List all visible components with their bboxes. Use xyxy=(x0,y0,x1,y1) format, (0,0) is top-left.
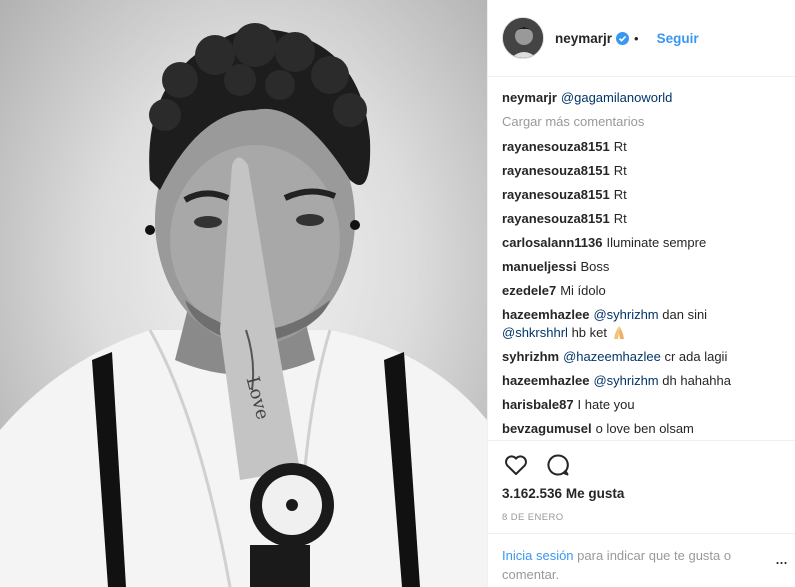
comment-text: Rt xyxy=(613,139,627,154)
comment-username[interactable]: syhrizhm xyxy=(502,349,559,364)
list-item: rayanesouza8151 Rt xyxy=(502,138,787,156)
follow-button[interactable]: Seguir xyxy=(657,31,699,46)
list-item: manueljessi Boss xyxy=(502,258,787,276)
list-item: ezedele7 Mi ídolo xyxy=(502,282,787,300)
comment-username[interactable]: harisbale87 xyxy=(502,397,574,412)
comment-username[interactable]: ezedele7 xyxy=(502,283,556,298)
caption-username[interactable]: neymarjr xyxy=(502,90,557,105)
folded-hands-emoji-icon xyxy=(611,324,627,340)
list-item: rayanesouza8151 Rt xyxy=(502,162,787,180)
instagram-post: Love neymarjr • Seguir neymarjr @gagamil… xyxy=(0,0,795,587)
comment-text: hb ket xyxy=(571,325,607,340)
comment-text: dan sini xyxy=(662,307,708,322)
list-item: carlosalann1136 Iluminate sempre xyxy=(502,234,787,252)
comment-username[interactable]: bevzagumusel xyxy=(502,421,592,436)
caption-mention[interactable]: @gagamilanoworld xyxy=(561,90,672,105)
comment-text: o love ben olsam xyxy=(595,421,694,436)
comment-username[interactable]: rayanesouza8151 xyxy=(502,139,610,154)
post-photo[interactable]: Love xyxy=(0,0,487,587)
list-item: hazeemhazlee @syhrizhm dh hahahha xyxy=(502,372,787,390)
avatar-image xyxy=(503,18,543,58)
heart-icon[interactable] xyxy=(502,451,530,479)
list-item: rayanesouza8151 Rt xyxy=(502,210,787,228)
comment-mention[interactable]: @syhrizhm xyxy=(593,307,658,322)
post-date: 8 DE ENERO xyxy=(502,512,564,523)
list-item: bevzagumusel o love ben olsam xyxy=(502,420,787,438)
list-item: syhrizhm @hazeemhazlee cr ada lagii xyxy=(502,348,787,366)
comment-username[interactable]: rayanesouza8151 xyxy=(502,211,610,226)
header-username[interactable]: neymarjr xyxy=(555,31,612,46)
comment-text: cr ada lagii xyxy=(664,349,728,364)
comment-mention[interactable]: @shkrshhrl xyxy=(502,325,568,340)
likes-label: Me gusta xyxy=(565,486,625,501)
more-options-button[interactable]: ... xyxy=(775,549,788,567)
separator-dot: • xyxy=(634,30,639,46)
likes-number: 3.162.536 xyxy=(502,486,563,501)
comment-text: I hate you xyxy=(577,397,635,412)
comment-icon[interactable] xyxy=(544,451,572,479)
post-photo-illustration: Love xyxy=(0,23,487,587)
load-more-comments-button[interactable]: Cargar más comentarios xyxy=(502,113,787,131)
post-header: neymarjr • Seguir xyxy=(488,0,795,77)
list-item: harisbale87 I hate you xyxy=(502,396,787,414)
comment-username[interactable]: hazeemhazlee xyxy=(502,373,589,388)
login-link[interactable]: Inicia sesión xyxy=(502,548,574,563)
comment-text: dh hahahha xyxy=(662,373,731,388)
post-actions: 3.162.536 Me gusta 8 DE ENERO xyxy=(488,440,795,523)
action-icons xyxy=(502,451,572,479)
comment-text: Rt xyxy=(613,163,627,178)
login-prompt: Inicia sesión para indicar que te gusta … xyxy=(488,533,795,587)
comment-username[interactable]: manueljessi xyxy=(502,259,576,274)
comments-list[interactable]: neymarjr @gagamilanoworld Cargar más come… xyxy=(502,89,787,440)
comment-username[interactable]: rayanesouza8151 xyxy=(502,163,610,178)
comment-text: Iluminate sempre xyxy=(606,235,707,250)
comment-text: Rt xyxy=(613,211,627,226)
verified-badge-icon xyxy=(616,31,630,45)
comment-username[interactable]: carlosalann1136 xyxy=(502,235,602,250)
avatar[interactable] xyxy=(502,17,544,59)
likes-count: 3.162.536 Me gusta xyxy=(502,486,624,501)
list-item: rayanesouza8151 Rt xyxy=(502,186,787,204)
comment-mention[interactable]: @syhrizhm xyxy=(593,373,658,388)
comment-text: Mi ídolo xyxy=(560,283,606,298)
comment-username[interactable]: rayanesouza8151 xyxy=(502,187,610,202)
comment-text: Boss xyxy=(580,259,610,274)
post-sidebar: neymarjr • Seguir neymarjr @gagamilanowor… xyxy=(487,0,795,587)
caption: neymarjr @gagamilanoworld xyxy=(502,89,787,107)
comment-text: Rt xyxy=(613,187,627,202)
comment-username[interactable]: hazeemhazlee xyxy=(502,307,589,322)
comment-mention[interactable]: @hazeemhazlee xyxy=(563,349,661,364)
list-item: hazeemhazlee @syhrizhm dan sini @shkrshhr… xyxy=(502,306,787,342)
